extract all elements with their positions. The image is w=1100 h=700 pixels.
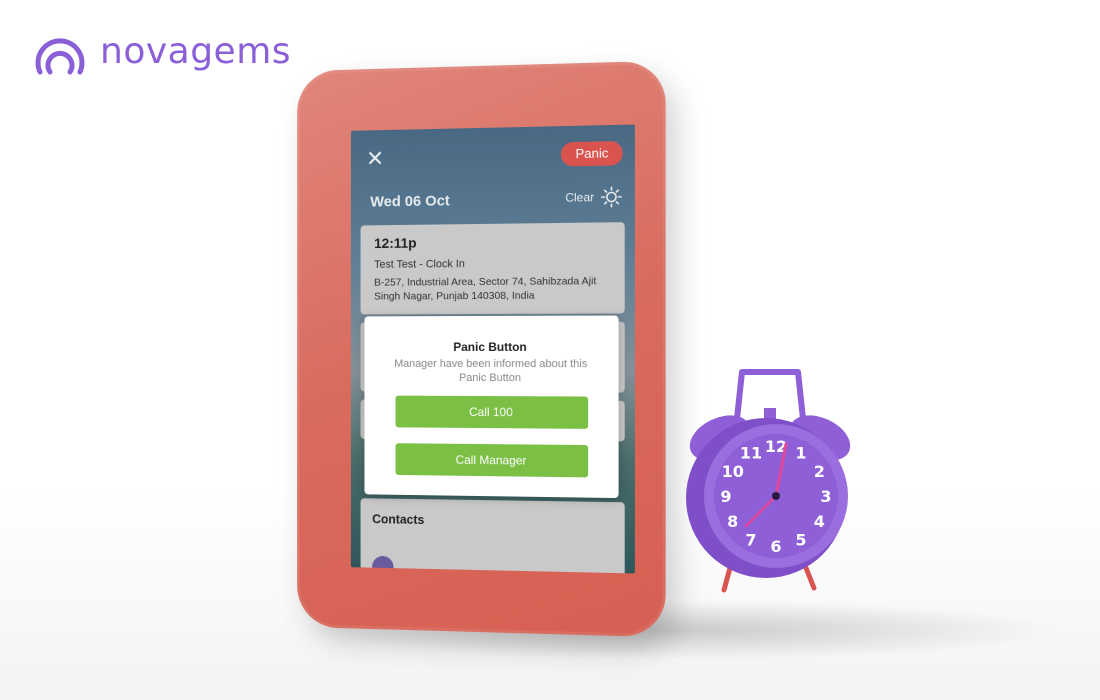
stage: novagems ✕ Panic Wed 06 Oct Clear 12:11p…: [0, 0, 1100, 700]
date-row: Wed 06 Oct Clear: [366, 184, 622, 216]
call-manager-button[interactable]: Call Manager: [395, 443, 589, 478]
entry-title: Test Test - Clock In: [374, 258, 465, 271]
panic-button[interactable]: Panic: [561, 141, 623, 167]
clock-numeral-3: 3: [820, 487, 831, 506]
clock-numeral-7: 7: [745, 530, 756, 549]
clock-numeral-6: 6: [770, 537, 781, 556]
weather-label: Clear: [565, 190, 595, 205]
clock-numeral-2: 2: [814, 462, 825, 481]
novagems-logo-icon: [35, 38, 85, 75]
device-frame: ✕ Panic Wed 06 Oct Clear 12:11p Test Tes…: [297, 60, 666, 638]
timeline-entry-card[interactable]: 12:11p Test Test - Clock In B-257, Indus…: [360, 222, 625, 315]
clock-numeral-10: 10: [722, 462, 744, 481]
clock-numeral-1: 1: [795, 444, 806, 463]
brand-name: novagems: [100, 31, 292, 72]
current-date: Wed 06 Oct: [370, 192, 450, 211]
clock-numeral-9: 9: [720, 487, 731, 506]
app-screen: ✕ Panic Wed 06 Oct Clear 12:11p Test Tes…: [350, 124, 635, 574]
clock-numeral-4: 4: [814, 512, 825, 531]
clock-numeral-5: 5: [795, 530, 806, 549]
close-icon[interactable]: ✕: [364, 146, 385, 171]
contact-avatar[interactable]: [372, 555, 394, 574]
modal-title: Panic Button: [453, 339, 527, 355]
clock-numeral-11: 11: [740, 444, 762, 463]
sun-icon: [600, 186, 622, 209]
entry-address: B-257, Industrial Area, Sector 74, Sahib…: [374, 275, 597, 303]
entry-time: 12:11p: [374, 234, 417, 252]
modal-message: Manager have been informed about this Pa…: [394, 357, 588, 384]
call-100-button[interactable]: Call 100: [395, 395, 589, 429]
clock-numeral-8: 8: [727, 512, 738, 531]
weather-status: Clear: [565, 186, 622, 209]
panic-modal: Panic Button Manager have been informed …: [364, 315, 619, 499]
alarm-clock-illustration: 12 1234567891011: [686, 369, 851, 593]
app-topbar: ✕ Panic: [351, 137, 635, 175]
contacts-card: Contacts: [360, 498, 625, 574]
brand-logo: novagems: [32, 28, 291, 76]
contacts-title: Contacts: [372, 512, 425, 528]
